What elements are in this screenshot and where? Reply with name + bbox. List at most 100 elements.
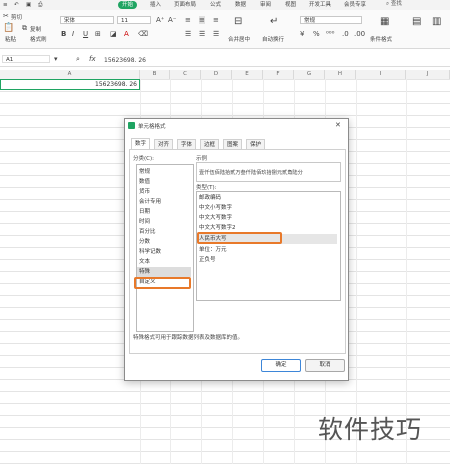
conditional-format-label[interactable]: 条件格式 [370, 35, 392, 43]
col-header-g[interactable]: G [294, 70, 325, 79]
align-middle-icon[interactable]: ≡ [199, 16, 205, 24]
grid-line [406, 79, 407, 464]
category-item[interactable]: 会计专用 [139, 197, 191, 207]
type-item[interactable]: 单位：万元 [199, 245, 337, 255]
close-icon[interactable]: ✕ [335, 121, 341, 129]
align-bottom-icon[interactable]: ≡ [213, 16, 219, 24]
category-item[interactable]: 货币 [139, 187, 191, 197]
hamburger-menu-icon[interactable]: ≡ [3, 1, 8, 9]
currency-button[interactable]: ¥ [300, 30, 304, 38]
decimal-decrease-icon[interactable]: .00 [354, 30, 365, 38]
ok-button[interactable]: 确定 [261, 359, 301, 372]
category-item[interactable]: 科学记数 [139, 247, 191, 257]
category-item[interactable]: 分数 [139, 237, 191, 247]
col-header-f[interactable]: F [263, 70, 294, 79]
save-icon[interactable]: ▣ [26, 1, 31, 9]
tab-formulas[interactable]: 公式 [210, 1, 221, 9]
type-highlight [197, 232, 282, 244]
category-item[interactable]: 时间 [139, 217, 191, 227]
merge-center-label[interactable]: 合并居中 [228, 35, 250, 43]
percent-button[interactable]: % [313, 30, 320, 38]
col-header-e[interactable]: E [232, 70, 263, 79]
category-item[interactable]: 百分比 [139, 227, 191, 237]
clear-format-icon[interactable]: ⌫ [138, 30, 148, 38]
cell-a1[interactable]: 15623698. 26 [0, 79, 140, 90]
type-label: 类型(T): [196, 185, 217, 191]
col-header-b[interactable]: B [140, 70, 170, 79]
paste-label[interactable]: 粘贴 [5, 35, 16, 43]
dialog-title: 单元格格式 [138, 124, 166, 130]
grid-line [356, 79, 357, 464]
dialog-body: 分类(C): 常规 数值 货币 会计专用 日期 时间 百分比 分数 科学记数 文… [129, 149, 346, 354]
fill-color-icon[interactable]: ◪ [110, 30, 117, 38]
thousands-icon[interactable]: ⁰⁰⁰ [326, 30, 334, 38]
category-item[interactable]: 日期 [139, 207, 191, 217]
category-item-selected[interactable]: 特殊 [137, 267, 191, 277]
cut-icon[interactable]: ✂ [3, 12, 9, 20]
font-name-value: 宋体 [64, 18, 76, 24]
category-item[interactable]: 文本 [139, 257, 191, 267]
align-right-icon[interactable]: ☰ [213, 30, 219, 38]
tab-review[interactable]: 审阅 [260, 1, 271, 9]
tab-insert[interactable]: 插入 [150, 1, 161, 9]
cut-label[interactable]: 剪切 [11, 13, 22, 21]
decimal-increase-icon[interactable]: .0 [342, 30, 349, 38]
font-name-select[interactable]: 宋体 [60, 16, 114, 24]
col-header-h[interactable]: H [325, 70, 356, 79]
type-list[interactable]: 邮政编码 中文小写数字 中文大写数字 中文大写数字2 人民币大写 单位：万元 正… [196, 191, 341, 301]
col-header-a[interactable]: A [0, 70, 140, 79]
print-icon[interactable]: ⎙ [38, 1, 42, 9]
ribbon: ✂ 剪切 📋 粘贴 ⧉ 复制 格式刷 宋体 11 A⁺ A⁻ B I U ⊞ ◪… [0, 10, 450, 49]
paste-icon[interactable]: 📋 [3, 24, 14, 33]
tab-view[interactable]: 视图 [285, 1, 296, 9]
type-item[interactable]: 正负号 [199, 255, 337, 265]
category-list[interactable]: 常规 数值 货币 会计专用 日期 时间 百分比 分数 科学记数 文本 特殊 自定… [136, 164, 194, 332]
copy-icon[interactable]: ⧉ [22, 24, 27, 32]
col-header-i[interactable]: I [356, 70, 406, 79]
type-item[interactable]: 中文小写数字 [199, 203, 337, 213]
cancel-button[interactable]: 取消 [305, 359, 345, 372]
col-header-c[interactable]: C [170, 70, 201, 79]
align-top-icon[interactable]: ≡ [185, 16, 191, 24]
wrap-text-label[interactable]: 自动换行 [262, 35, 284, 43]
align-center-icon[interactable]: ☰ [199, 30, 205, 38]
increase-font-icon[interactable]: A⁺ [156, 16, 164, 24]
col-header-d[interactable]: D [201, 70, 232, 79]
merge-center-icon[interactable]: ⊟ [234, 17, 242, 27]
italic-button[interactable]: I [72, 30, 74, 38]
undo-icon[interactable]: ↶ [14, 1, 19, 9]
tab-member[interactable]: 会员专享 [344, 1, 366, 9]
bold-button[interactable]: B [61, 30, 66, 38]
number-format-select[interactable]: 常规 [300, 16, 362, 24]
tab-home[interactable]: 开始 [118, 1, 138, 9]
search-box[interactable]: ⌕ 查找 [386, 1, 420, 8]
formula-input[interactable]: 15623698. 26 [104, 57, 146, 64]
fx-button[interactable]: fx [89, 55, 96, 63]
type-item[interactable]: 邮政编码 [199, 193, 337, 203]
format-painter-label[interactable]: 格式刷 [30, 35, 47, 43]
category-item[interactable]: 数值 [139, 177, 191, 187]
font-size-select[interactable]: 11 [117, 16, 151, 24]
conditional-format-icon[interactable]: ▦ [380, 17, 389, 27]
type-item[interactable]: 中文大写数字 [199, 213, 337, 223]
decrease-font-icon[interactable]: A⁻ [168, 16, 176, 24]
dialog-titlebar[interactable]: 单元格格式 ✕ [125, 119, 348, 133]
border-icon[interactable]: ⊞ [95, 30, 101, 38]
align-left-icon[interactable]: ☰ [185, 30, 191, 38]
tab-developer[interactable]: 开发工具 [309, 1, 331, 9]
col-header-j[interactable]: J [406, 70, 450, 79]
dropdown-icon[interactable]: ▾ [54, 55, 58, 63]
cell-style-icon[interactable]: ▥ [432, 17, 441, 27]
name-box[interactable]: A1 [2, 55, 50, 63]
wrap-text-icon[interactable]: ↵ [270, 17, 278, 27]
copy-label[interactable]: 复制 [30, 25, 41, 33]
category-label: 分类(C): [133, 156, 154, 162]
underline-button[interactable]: U [83, 30, 88, 38]
category-item[interactable]: 常规 [139, 167, 191, 177]
tab-data[interactable]: 数据 [235, 1, 246, 9]
font-color-icon[interactable]: A [124, 30, 129, 38]
tab-page-layout[interactable]: 页面布局 [174, 1, 196, 9]
sample-value: 壹仟伍佰陆拾贰万叁仟陆佰玖拾捌元贰角陆分 [199, 170, 303, 176]
zoom-icon[interactable]: ⌕ [76, 55, 80, 63]
table-style-icon[interactable]: ▤ [412, 17, 421, 27]
